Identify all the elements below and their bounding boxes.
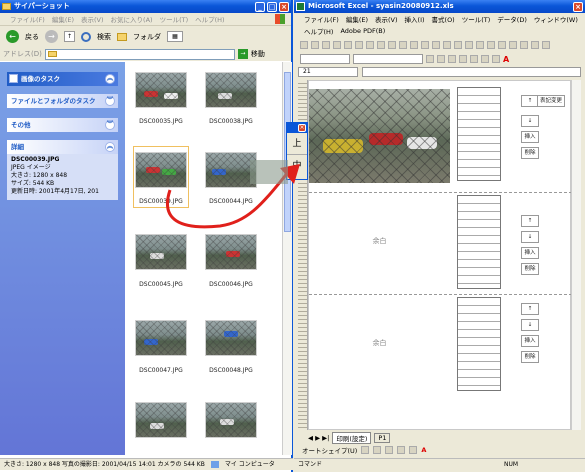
drag-ghost-image	[250, 160, 288, 184]
drag-arrow-annotation	[166, 160, 300, 229]
